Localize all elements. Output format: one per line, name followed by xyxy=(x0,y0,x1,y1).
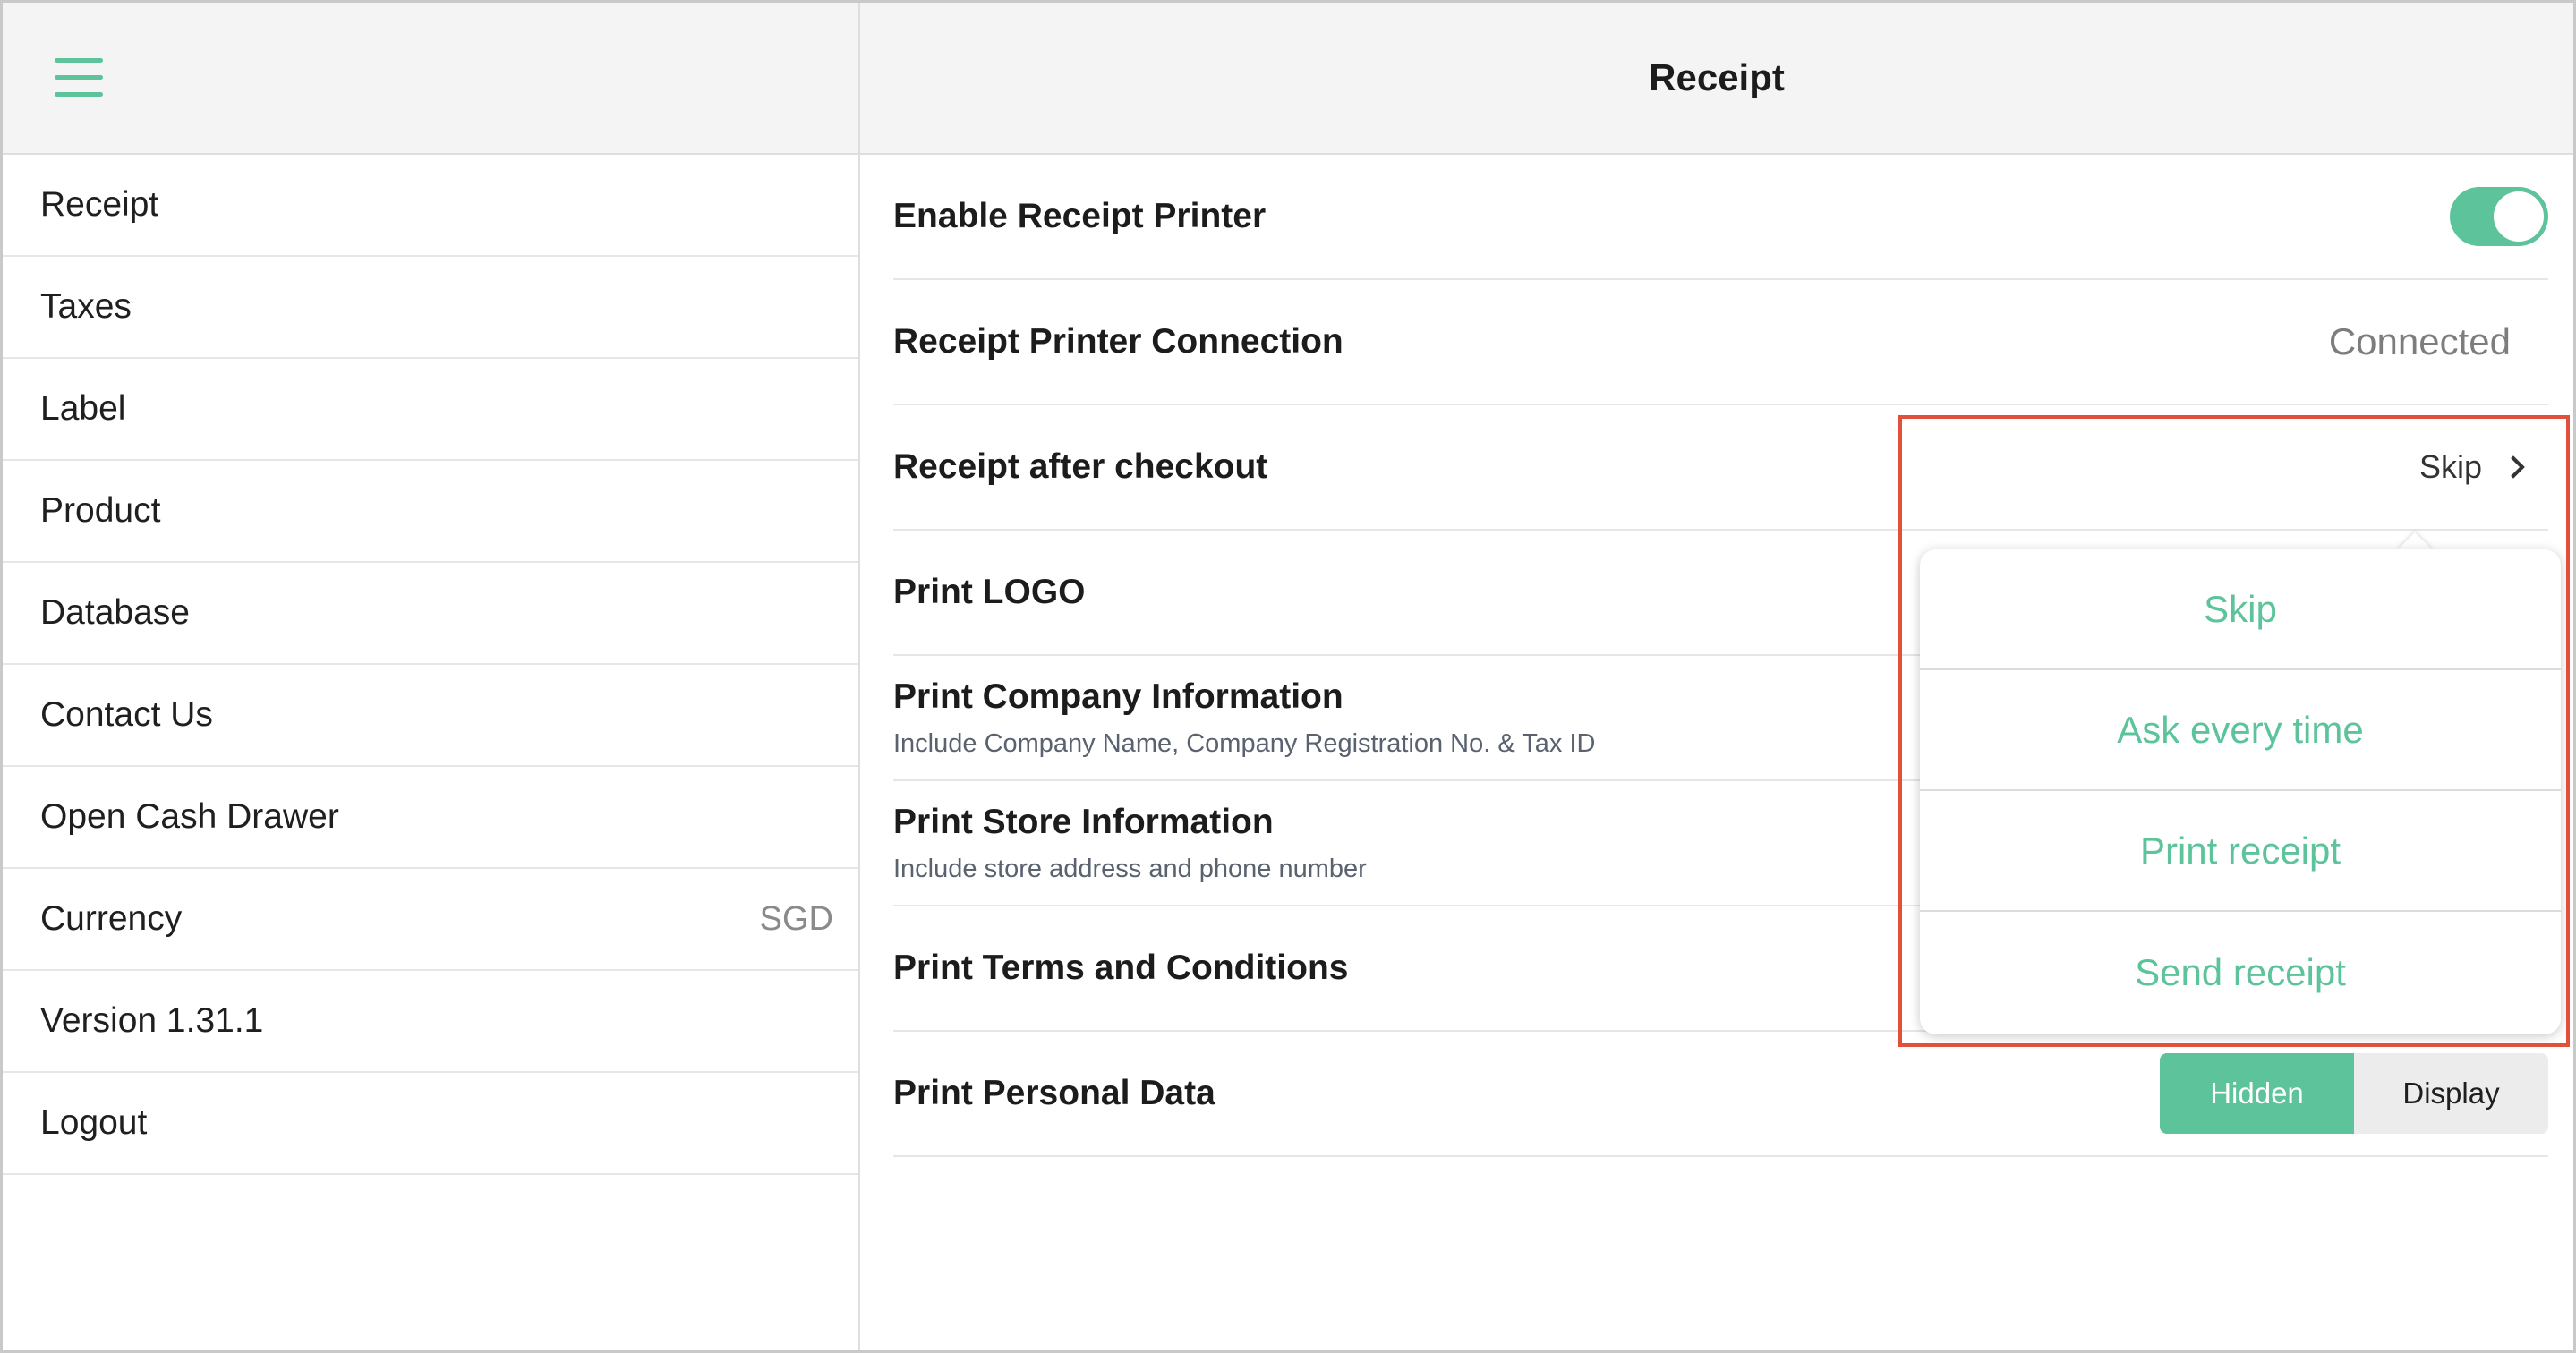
sidebar-item-open-cash-drawer[interactable]: Open Cash Drawer xyxy=(3,767,858,869)
print-terms-label: Print Terms and Conditions xyxy=(893,949,1349,987)
printer-connection-row[interactable]: Receipt Printer Connection Connected xyxy=(893,280,2548,405)
personal-data-display-option[interactable]: Display xyxy=(2354,1053,2548,1134)
receipt-after-checkout-selector[interactable]: Skip xyxy=(2419,448,2529,486)
enable-printer-label: Enable Receipt Printer xyxy=(893,197,1267,235)
sidebar-menu: Receipt Taxes Label Product Database Con… xyxy=(3,155,858,1175)
print-company-info-label: Print Company Information xyxy=(893,676,1343,716)
printer-connection-label: Receipt Printer Connection xyxy=(893,322,1343,361)
sidebar-item-label: Open Cash Drawer xyxy=(40,797,339,836)
print-logo-label: Print LOGO xyxy=(893,573,1086,611)
sidebar-item-label: Taxes xyxy=(40,287,132,326)
print-store-info-label: Print Store Information xyxy=(893,802,1274,841)
popover-option-ask-every-time[interactable]: Ask every time xyxy=(1920,670,2561,791)
hamburger-menu-icon[interactable] xyxy=(55,58,103,98)
sidebar-item-label: Receipt xyxy=(40,185,159,224)
receipt-after-checkout-row[interactable]: Receipt after checkout Skip xyxy=(893,405,2548,531)
sidebar-item-logout[interactable]: Logout xyxy=(3,1073,858,1175)
sidebar-item-label: Label xyxy=(40,389,126,428)
chevron-right-icon xyxy=(2502,455,2525,479)
sidebar-item-label: Product xyxy=(40,491,161,530)
sidebar-item-label: Currency xyxy=(40,899,183,938)
personal-data-segmented-control: Hidden Display xyxy=(2160,1053,2548,1134)
sidebar: Receipt Taxes Label Product Database Con… xyxy=(3,3,860,1350)
popover-option-send-receipt[interactable]: Send receipt xyxy=(1920,912,2561,1033)
sidebar-item-label-settings[interactable]: Label xyxy=(3,359,858,461)
toggle-knob xyxy=(2494,191,2544,242)
sidebar-item-label: Database xyxy=(40,593,190,632)
main-header: Receipt xyxy=(860,3,2573,155)
sidebar-item-contact-us[interactable]: Contact Us xyxy=(3,665,858,767)
popover-option-print-receipt[interactable]: Print receipt xyxy=(1920,791,2561,912)
sidebar-item-label: Logout xyxy=(40,1103,148,1142)
print-company-info-description: Include Company Name, Company Registrati… xyxy=(893,728,1596,758)
sidebar-item-receipt[interactable]: Receipt xyxy=(3,155,858,257)
enable-printer-toggle[interactable] xyxy=(2450,187,2548,246)
printer-connection-status: Connected xyxy=(2328,320,2511,362)
print-personal-data-label: Print Personal Data xyxy=(893,1074,1215,1112)
print-store-info-description: Include store address and phone number xyxy=(893,854,1367,883)
popover-arrow xyxy=(2397,532,2433,550)
sidebar-item-currency[interactable]: Currency SGD xyxy=(3,869,858,971)
personal-data-hidden-option[interactable]: Hidden xyxy=(2160,1053,2354,1134)
receipt-after-checkout-value: Skip xyxy=(2418,448,2482,485)
sidebar-item-taxes[interactable]: Taxes xyxy=(3,257,858,359)
sidebar-header xyxy=(3,3,858,155)
sidebar-item-version: Version 1.31.1 xyxy=(3,971,858,1073)
page-title: Receipt xyxy=(1649,56,1785,98)
currency-value: SGD xyxy=(759,899,833,938)
sidebar-item-label: Contact Us xyxy=(40,695,213,734)
enable-printer-row: Enable Receipt Printer xyxy=(893,155,2548,280)
sidebar-item-database[interactable]: Database xyxy=(3,563,858,665)
app-window: Receipt Taxes Label Product Database Con… xyxy=(0,0,2576,1353)
sidebar-item-product[interactable]: Product xyxy=(3,461,858,563)
popover-option-skip[interactable]: Skip xyxy=(1920,549,2561,670)
sidebar-item-label: Version 1.31.1 xyxy=(40,1001,264,1040)
receipt-after-checkout-popover: Skip Ask every time Print receipt Send r… xyxy=(1920,549,2561,1034)
print-personal-data-row: Print Personal Data Hidden Display xyxy=(893,1032,2548,1157)
receipt-after-checkout-label: Receipt after checkout xyxy=(893,447,1268,486)
